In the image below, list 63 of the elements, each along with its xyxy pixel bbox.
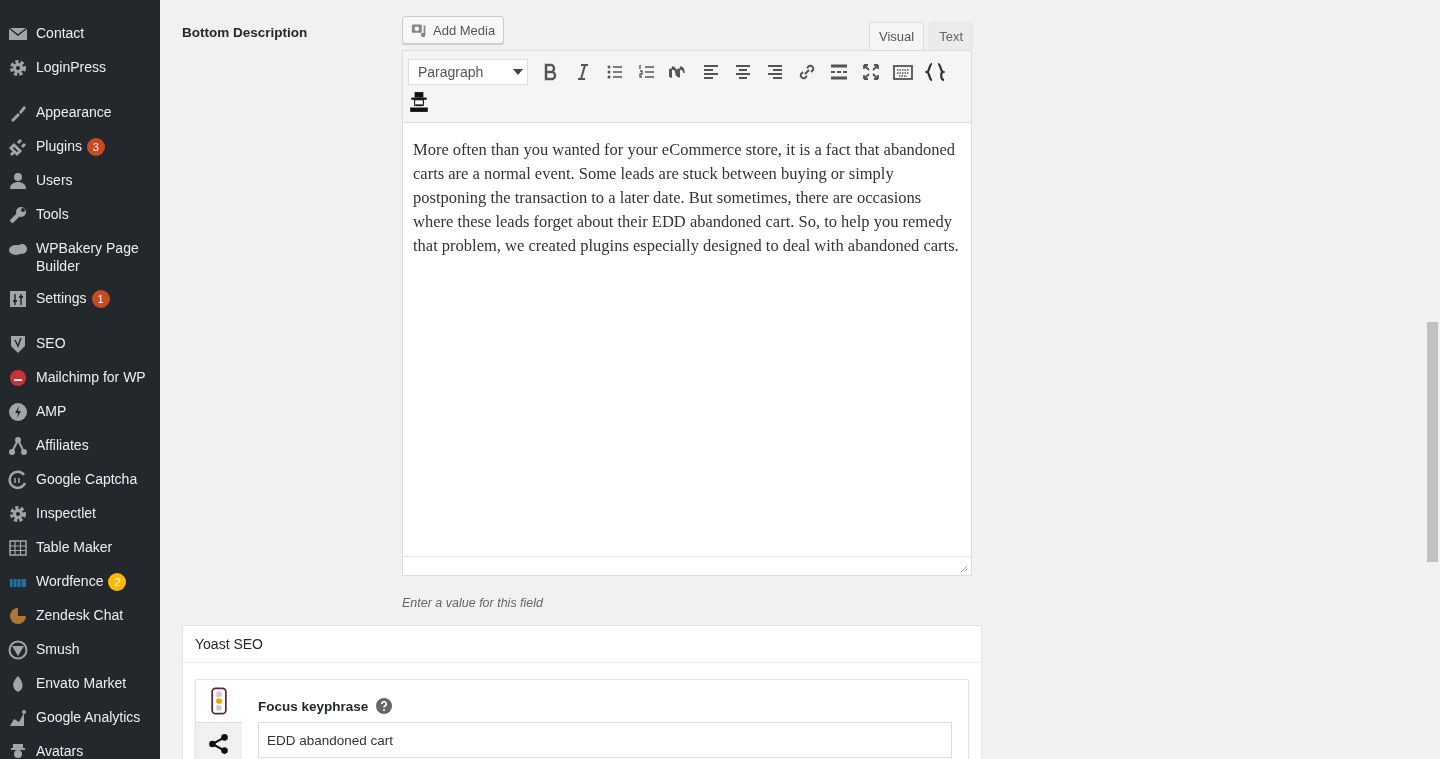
resize-grip-icon[interactable] [958, 563, 968, 573]
field-hint: Enter a value for this field [402, 595, 545, 612]
hat-person-icon[interactable] [408, 91, 430, 113]
sidebar-item[interactable]: Mailchimp for WP [0, 361, 160, 395]
seo-tab[interactable] [196, 680, 242, 723]
caret-icon [513, 69, 523, 75]
sliders-icon [8, 289, 28, 309]
sidebar-item[interactable]: WPBakery Page Builder [0, 232, 160, 282]
gear-icon [8, 58, 28, 78]
count-badge: 2 [108, 573, 127, 591]
sidebar-item[interactable]: Tools [0, 198, 160, 232]
refresh-icon [8, 470, 28, 490]
sidebar-item[interactable]: SEO [0, 327, 160, 361]
sidebar-item[interactable]: Smush [0, 633, 160, 667]
count-badge: 3 [86, 138, 105, 156]
align-right-icon[interactable] [765, 62, 785, 82]
sidebar-item[interactable]: Google Captcha [0, 463, 160, 497]
sidebar-item[interactable]: Table Maker [0, 531, 160, 565]
sidebar-item[interactable]: Inspectlet [0, 497, 160, 531]
sidebar-item[interactable]: Zendesk Chat [0, 599, 160, 633]
read-more-icon[interactable] [829, 62, 849, 82]
sidebar-item[interactable]: AMP [0, 395, 160, 429]
editor-tab[interactable]: Visual [868, 22, 925, 50]
braces-icon[interactable] [925, 62, 945, 82]
share-icon [208, 733, 230, 755]
sidebar-item[interactable]: Envato Market [0, 667, 160, 701]
panel-title: Yoast SEO [183, 626, 981, 663]
plug-icon [8, 137, 28, 157]
person-icon [8, 171, 28, 191]
sidebar-item[interactable]: Plugins 3 [0, 130, 160, 164]
format-dropdown[interactable]: Paragraph [408, 59, 528, 85]
editor-tab[interactable]: Text [929, 22, 973, 50]
shield-icon [8, 334, 28, 354]
wrench-icon [8, 205, 28, 225]
chart-icon [8, 708, 28, 728]
lightning-icon [8, 402, 28, 422]
sidebar-item[interactable]: Users [0, 164, 160, 198]
focus-keyphrase-field[interactable]: EDD abandoned cart [258, 722, 952, 758]
chat-bubble-icon [8, 606, 28, 626]
sidebar-item[interactable]: Contact [0, 17, 160, 51]
sidebar-item[interactable]: Avatars [0, 735, 160, 759]
field-label: Bottom Description [182, 24, 309, 42]
nodes-icon [8, 436, 28, 456]
fullscreen-icon[interactable] [861, 62, 881, 82]
grid-icon [8, 538, 28, 558]
traffic-light-icon [211, 687, 227, 715]
count-badge: 1 [91, 290, 110, 308]
sidebar-item[interactable]: LoginPress [0, 51, 160, 85]
align-left-icon[interactable] [701, 62, 721, 82]
keyboard-icon[interactable] [893, 62, 913, 82]
help-icon[interactable] [376, 698, 393, 714]
sidebar-item[interactable]: Appearance [0, 96, 160, 130]
link-icon[interactable] [797, 62, 817, 82]
sidebar-item[interactable]: Wordfence 2 [0, 565, 160, 599]
add-media-button[interactable]: Add Media [402, 16, 505, 44]
sidebar-item[interactable]: Affiliates [0, 429, 160, 463]
align-center-icon[interactable] [733, 62, 753, 82]
hat-person-icon [8, 742, 28, 759]
sidebar-item[interactable]: Settings 1 [0, 282, 160, 316]
editor-text[interactable]: More often than you wanted for your eCommerce store, it is a fact that abandoned carts are a normal event. Some leads are stuck between buying or simply postponing the transaction to a later date. But sometimes, there are occasions where these leads forget about their EDD abandoned cart. So, to help you remedy that problem, we created plugins especially designed to deal with abandoned carts. [403, 123, 971, 556]
sidebar-item[interactable]: Google Analytics [0, 701, 160, 735]
focus-keyphrase-label: Focus keyphrase [258, 698, 369, 714]
gear-icon [8, 504, 28, 524]
